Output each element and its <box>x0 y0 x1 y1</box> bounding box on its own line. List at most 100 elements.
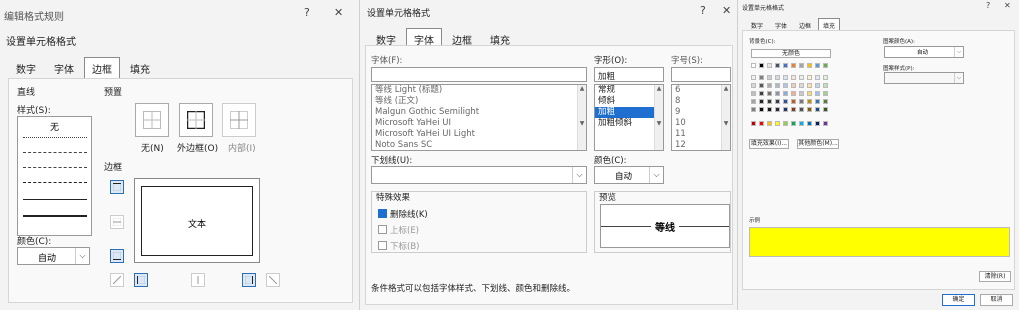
color-swatch[interactable] <box>815 83 820 88</box>
color-swatch[interactable] <box>823 91 828 96</box>
color-swatch[interactable] <box>815 75 820 80</box>
color-swatch[interactable] <box>767 107 772 112</box>
tab-fill[interactable]: 填充 <box>122 57 158 80</box>
color-swatch[interactable] <box>783 83 788 88</box>
color-swatch[interactable] <box>751 75 756 80</box>
underline-select[interactable]: ⌵ <box>371 166 587 184</box>
color-swatch[interactable] <box>799 63 804 68</box>
color-swatch[interactable] <box>767 121 772 126</box>
color-swatch[interactable] <box>791 99 796 104</box>
ok-button[interactable]: 确定 <box>942 294 975 306</box>
color-swatch[interactable] <box>815 121 820 126</box>
border-left-button[interactable] <box>134 273 148 287</box>
color-swatch[interactable] <box>807 107 812 112</box>
superscript-checkbox[interactable]: 上标(E) <box>378 224 419 236</box>
color-swatch[interactable] <box>783 107 788 112</box>
color-swatch[interactable] <box>799 83 804 88</box>
color-swatch[interactable] <box>783 91 788 96</box>
font-list-item[interactable]: Noto Sans SC <box>372 140 586 150</box>
border-top-button[interactable] <box>110 180 124 194</box>
style-list[interactable]: 常规 倾斜 加粗 加粗倾斜 ▲ ▼ <box>594 84 664 151</box>
preset-none-button[interactable] <box>135 103 169 137</box>
color-swatch[interactable] <box>791 83 796 88</box>
pattern-style-select[interactable]: ⌵ <box>884 72 964 84</box>
color-swatch[interactable] <box>775 75 780 80</box>
color-swatch[interactable] <box>823 121 828 126</box>
color-swatch[interactable] <box>767 63 772 68</box>
color-swatch[interactable] <box>759 63 764 68</box>
color-swatch[interactable] <box>751 121 756 126</box>
font-list-item[interactable]: 等线 Light (标题) <box>372 85 586 96</box>
color-swatch[interactable] <box>799 121 804 126</box>
font-input[interactable] <box>371 67 587 82</box>
color-swatch[interactable] <box>759 99 764 104</box>
border-diagonal-up-button[interactable] <box>110 273 124 287</box>
strikethrough-checkbox[interactable]: 删除线(K) <box>378 208 428 220</box>
line-style-dash-dot[interactable] <box>23 167 87 168</box>
font-list-scrollbar[interactable]: ▲ ▼ <box>577 85 586 150</box>
color-swatch[interactable] <box>799 107 804 112</box>
border-inside-vertical-button[interactable] <box>191 273 205 287</box>
color-swatch[interactable] <box>791 121 796 126</box>
color-swatch[interactable] <box>823 63 828 68</box>
border-inside-horizontal-button[interactable] <box>110 215 124 229</box>
color-swatch[interactable] <box>759 91 764 96</box>
more-colors-button[interactable]: 其他颜色(M)... <box>797 139 839 149</box>
font-list-item[interactable]: Microsoft YaHei UI <box>372 118 586 129</box>
color-swatch[interactable] <box>799 75 804 80</box>
color-swatch[interactable] <box>751 83 756 88</box>
tab-border[interactable]: 边框 <box>84 57 120 80</box>
color-swatch[interactable] <box>815 91 820 96</box>
color-swatch[interactable] <box>759 83 764 88</box>
color-swatch[interactable] <box>767 91 772 96</box>
style-list-item[interactable]: 常规 <box>595 85 663 96</box>
clear-button[interactable]: 清除(R) <box>979 271 1011 282</box>
color-swatch[interactable] <box>783 63 788 68</box>
line-style-dash-dot-dot[interactable] <box>23 152 87 153</box>
style-list-item[interactable]: 倾斜 <box>595 96 663 107</box>
preset-outline-button[interactable] <box>179 103 213 137</box>
border-bottom-button[interactable] <box>110 249 124 263</box>
color-swatch[interactable] <box>823 83 828 88</box>
color-swatch[interactable] <box>815 63 820 68</box>
color-swatch[interactable] <box>775 99 780 104</box>
color-swatch[interactable] <box>783 121 788 126</box>
help-button[interactable]: ? <box>986 1 990 10</box>
size-input[interactable] <box>671 67 731 82</box>
line-style-dotted[interactable] <box>23 137 87 138</box>
color-swatch[interactable] <box>775 91 780 96</box>
line-style-medium[interactable] <box>23 215 87 217</box>
close-button[interactable]: ✕ <box>334 6 343 19</box>
color-swatch[interactable] <box>799 99 804 104</box>
color-swatch[interactable] <box>775 63 780 68</box>
color-swatch[interactable] <box>815 99 820 104</box>
color-swatch[interactable] <box>751 91 756 96</box>
style-list-item[interactable]: 加粗倾斜 <box>595 118 663 129</box>
color-swatch[interactable] <box>807 63 812 68</box>
line-style-dashed[interactable] <box>23 182 87 183</box>
font-list-item[interactable]: Malgun Gothic Semilight <box>372 107 586 118</box>
color-swatch[interactable] <box>759 121 764 126</box>
color-swatch[interactable] <box>807 83 812 88</box>
color-swatch[interactable] <box>807 91 812 96</box>
color-swatch[interactable] <box>775 121 780 126</box>
tab-number[interactable]: 数字 <box>8 57 44 80</box>
color-swatch[interactable] <box>823 99 828 104</box>
color-swatch[interactable] <box>799 91 804 96</box>
preset-inside-button[interactable] <box>222 103 256 137</box>
color-swatch[interactable] <box>775 107 780 112</box>
font-list[interactable]: 等线 Light (标题) 等线 (正文) Malgun Gothic Semi… <box>371 84 587 151</box>
color-swatch[interactable] <box>775 83 780 88</box>
no-color-button[interactable]: 无颜色 <box>751 49 831 58</box>
color-swatch[interactable] <box>751 107 756 112</box>
font-color-select[interactable]: 自动 ⌵ <box>594 166 664 184</box>
help-button[interactable]: ? <box>700 4 706 17</box>
style-list-scrollbar[interactable]: ▲ ▼ <box>654 85 663 150</box>
color-swatch[interactable] <box>791 107 796 112</box>
color-swatch[interactable] <box>759 107 764 112</box>
color-swatch[interactable] <box>751 99 756 104</box>
line-style-none[interactable]: 无 <box>18 120 91 133</box>
style-input[interactable]: 加粗 <box>594 67 664 82</box>
tab-font[interactable]: 字体 <box>46 57 82 80</box>
color-swatch[interactable] <box>807 121 812 126</box>
